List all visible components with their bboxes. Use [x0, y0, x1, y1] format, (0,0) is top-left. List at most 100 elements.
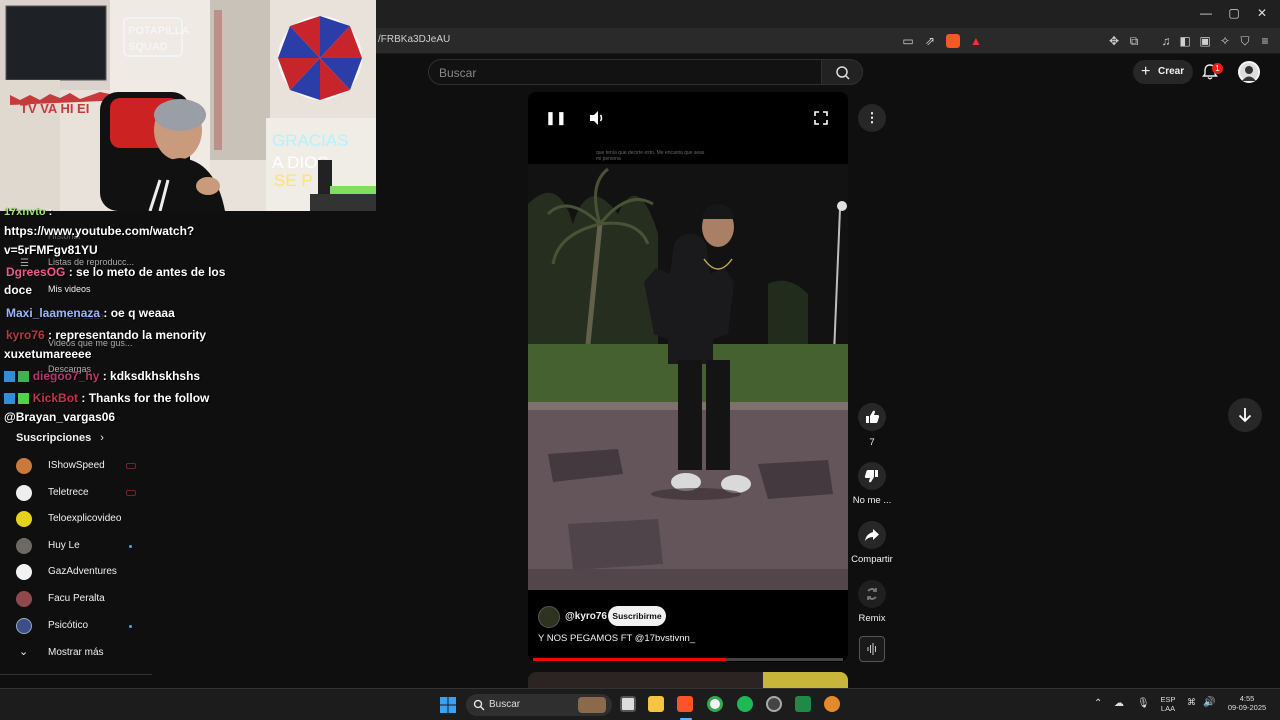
windows-start-icon[interactable] — [440, 697, 456, 713]
avatar-image — [1242, 66, 1256, 81]
chat-text: : oe q weaaa — [100, 306, 175, 320]
video-caption[interactable]: Y NOS PEGAMOS FT @17bvstivnn_ — [538, 633, 695, 644]
video-subtitle-text: que tenía que decirte esto. Me encanta q… — [596, 150, 705, 162]
clock[interactable]: 4:55 09-09-2025 — [1222, 694, 1272, 712]
thumbs-down-icon — [864, 470, 878, 483]
maximize-button[interactable]: ▢ — [1224, 6, 1244, 20]
channel-avatar — [16, 564, 32, 580]
channel-avatar — [16, 538, 32, 554]
sidebar-item-my-videos[interactable]: Mis videos — [48, 284, 91, 294]
screenshot-icon[interactable]: ⧉ — [1126, 33, 1142, 49]
channel-handle[interactable]: @kyro76 — [565, 611, 607, 622]
cloud-icon[interactable]: ☁ — [1114, 698, 1124, 709]
spotify-icon[interactable] — [737, 696, 753, 712]
webcam-overlay: TV VA HI EI POTAPILLA SQUAD GRACIAS A DI… — [0, 0, 376, 211]
close-button[interactable]: ✕ — [1252, 6, 1272, 20]
channel-avatar — [16, 485, 32, 501]
chat-message: DgreesOG : se lo meto de antes de los — [4, 265, 225, 279]
menu-icon[interactable]: ≡ — [1257, 33, 1273, 49]
task-view-icon[interactable] — [620, 696, 636, 712]
search-button[interactable] — [821, 59, 863, 85]
extensions-icon[interactable]: ✥ — [1106, 33, 1122, 49]
chat-message: v=5rFMFgv81YU — [4, 243, 98, 257]
taskbar-search-label: Buscar — [489, 699, 521, 710]
chat-message: KickBot : Thanks for the follow — [4, 391, 209, 405]
sound-button[interactable] — [859, 636, 885, 662]
volume-icon[interactable] — [587, 108, 607, 128]
svg-text:POTAPILLA: POTAPILLA — [128, 25, 190, 37]
streamer-webcam-image: TV VA HI EI POTAPILLA SQUAD GRACIAS A DI… — [0, 0, 376, 211]
share-icon[interactable]: ⇗ — [922, 33, 938, 49]
progress-fill — [533, 658, 726, 661]
chrome-icon[interactable] — [707, 696, 723, 712]
microphone-icon[interactable]: 🎙 — [1137, 698, 1150, 709]
subscription-item[interactable]: GazAdventures — [16, 564, 156, 582]
cast-icon[interactable]: ▭ — [900, 33, 916, 49]
taskbar-search[interactable]: Buscar — [466, 694, 612, 716]
channel-avatar — [16, 458, 32, 474]
fullscreen-icon[interactable] — [811, 108, 831, 128]
brave-shield-icon[interactable] — [946, 34, 960, 48]
subscribe-button[interactable]: Suscribirme — [608, 606, 666, 626]
chat-username: diegoo7_hy — [32, 369, 100, 383]
remix-button[interactable] — [858, 580, 886, 608]
obs-icon[interactable] — [766, 696, 782, 712]
brave-rewards-icon[interactable]: ▲ — [968, 33, 984, 49]
create-button[interactable]: + Crear — [1133, 60, 1193, 84]
show-more-button[interactable]: ⌄ Mostrar más — [16, 645, 156, 663]
notification-badge: 1 — [1212, 63, 1223, 74]
account-avatar[interactable] — [1238, 61, 1260, 83]
bot-badge-icon — [18, 393, 30, 405]
dislike-button[interactable] — [858, 462, 886, 490]
search-box[interactable]: Buscar — [428, 59, 821, 85]
vpn-icon[interactable]: ⛉ — [1237, 33, 1253, 49]
next-video-button[interactable] — [1228, 398, 1262, 432]
keyboard-layout: LAA — [1160, 704, 1176, 713]
subscriptions-title[interactable]: Suscripciones › — [16, 432, 104, 444]
live-icon — [126, 490, 136, 496]
file-explorer-icon[interactable] — [648, 696, 664, 712]
channel-avatar — [16, 511, 32, 527]
speaker-icon[interactable]: 🔊 — [1203, 697, 1215, 708]
wallet-icon[interactable]: ▣ — [1197, 33, 1213, 49]
leo-ai-icon[interactable]: ✧ — [1217, 33, 1233, 49]
excel-icon[interactable] — [795, 696, 811, 712]
chat-message: xuxetumareeee — [4, 347, 91, 361]
media-icon[interactable]: ♫ — [1158, 33, 1174, 49]
subscription-item[interactable]: Psicótico — [16, 618, 156, 636]
language-indicator[interactable]: ESP LAA — [1160, 695, 1176, 713]
minimize-button[interactable]: — — [1196, 6, 1216, 20]
channel-name: Psicótico — [48, 620, 89, 631]
channel-name: GazAdventures — [48, 566, 117, 577]
brave-browser-icon[interactable] — [677, 696, 693, 712]
shorts-player[interactable]: ❚❚ que tenía que decirte esto. Me encant… — [528, 92, 848, 662]
chevron-up-icon[interactable]: ⌃ — [1094, 698, 1102, 709]
new-content-dot — [129, 545, 132, 548]
network-icon[interactable]: ⌘ — [1187, 697, 1196, 708]
subscription-item[interactable]: Huy Le — [16, 538, 156, 556]
next-short-preview[interactable] — [528, 672, 848, 688]
chat-text: v=5rFMFgv81YU — [4, 243, 98, 257]
svg-text:GRACIAS: GRACIAS — [272, 131, 349, 150]
chat-message: Maxi_laamenaza : oe q weaaa — [4, 306, 175, 320]
pause-icon[interactable]: ❚❚ — [545, 108, 567, 128]
sidebar-divider — [0, 674, 152, 675]
channel-avatar[interactable] — [538, 606, 560, 628]
sidebar-icon[interactable]: ◧ — [1177, 33, 1193, 49]
svg-text:SE P: SE P — [274, 171, 313, 190]
like-button[interactable] — [858, 403, 886, 431]
subscription-item[interactable]: Facu Peralta — [16, 591, 156, 609]
create-label: Crear — [1158, 66, 1185, 77]
subscription-item[interactable]: Teloexplicovideo — [16, 511, 156, 529]
share-button[interactable] — [858, 521, 886, 549]
badge-icon — [18, 371, 30, 383]
more-options-button[interactable]: ⋮ — [858, 104, 886, 132]
url-text[interactable]: /FRBKa3DJeAU — [378, 34, 450, 45]
subscription-item[interactable]: Teletrece — [16, 485, 156, 503]
badge-icon — [4, 371, 15, 383]
chat-message: doce — [4, 283, 32, 297]
app-icon[interactable] — [824, 696, 840, 712]
subscription-item[interactable]: IShowSpeed — [16, 458, 156, 476]
progress-bar[interactable] — [533, 658, 843, 661]
search-placeholder: Buscar — [439, 66, 477, 80]
